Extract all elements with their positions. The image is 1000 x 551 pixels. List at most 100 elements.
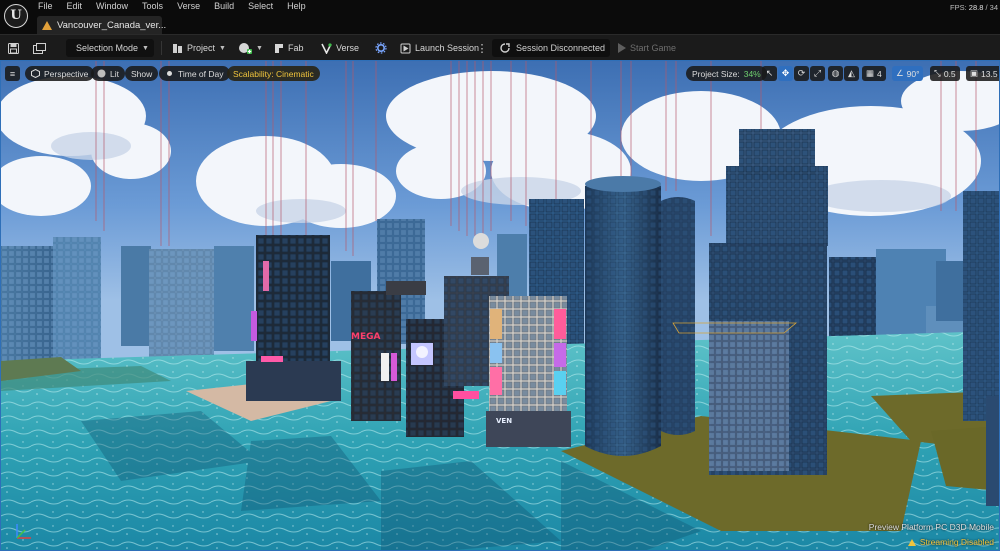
rotate-tool-button[interactable]: ⟳ [794,66,809,81]
unreal-logo-icon[interactable]: U [4,4,28,28]
menu-bar: File Edit Window Tools Verse Build Selec… [0,0,1000,14]
add-content-dropdown[interactable]: ▼ [238,39,263,57]
translate-tool-button[interactable]: ✥ [778,66,793,81]
fps-extra: / 34 [985,3,998,12]
scale-snap-value: 0.5 [943,68,956,79]
session-status[interactable]: Session Disconnected [492,39,610,57]
camera-speed-value: 13.5 [981,68,998,79]
chevron-down-icon: ▼ [142,44,149,52]
preview-platform-label: Preview Platform [868,522,934,532]
menu-build[interactable]: Build [207,0,241,14]
project-size-indicator[interactable]: Project Size: 34% [686,66,767,81]
perspective-label: Perspective [44,68,89,79]
fps-value: 28.8 [968,3,984,12]
select-tool-button[interactable]: ↖ [762,66,777,81]
play-icon [618,43,626,53]
project-dropdown[interactable]: Project ▼ [172,39,226,57]
content-browser-button[interactable] [33,39,46,57]
verse-button[interactable]: Verse [321,39,359,57]
grid-snap-setting[interactable]: ▦ 4 [862,66,886,81]
preview-platform-indicator: Preview Platform PC D3D Mobile [869,522,994,532]
launch-icon [400,43,411,53]
surface-snap-icon: ◭ [848,68,855,78]
billboard-ven: VEN [496,417,512,425]
fab-icon [275,43,283,53]
lit-button[interactable]: Lit [91,66,125,81]
menu-tools[interactable]: Tools [135,0,170,14]
hamburger-icon: ≡ [9,68,16,79]
grid-icon: ▦ [866,68,875,78]
rotate-icon: ⟳ [797,68,806,78]
main-toolbar: Selection Mode ▼ Project ▼ ▼ Fab Verse L… [0,34,1000,60]
streaming-status-label: Streaming Disabled [919,537,994,547]
scalability-button[interactable]: Scalability: Cinematic [227,66,320,81]
rotation-snap-setting[interactable]: ∠ 90° [892,66,924,81]
selection-mode-label: Selection Mode [76,43,139,53]
tab-level[interactable]: Vancouver_Canada_ver... [37,16,166,34]
menu-select[interactable]: Select [241,0,280,14]
warning-icon [907,538,916,546]
axis-gizmo-icon [16,524,31,539]
document-tab-strip: Vancouver_Canada_ver... [0,14,1000,34]
sphere-icon [97,69,106,78]
selection-mode-dropdown[interactable]: Selection Mode ▼ [66,39,154,57]
camera-icon: ▣ [970,68,979,78]
menu-window[interactable]: Window [89,0,135,14]
fab-button[interactable]: Fab [274,39,304,57]
scale-icon: ⤢ [813,68,822,78]
streaming-status: Streaming Disabled [907,537,994,547]
surface-snap-button[interactable]: ◭ [844,66,859,81]
tab-label: Vancouver_Canada_ver... [57,19,167,31]
time-of-day-label: Time of Day [178,68,224,79]
rotation-snap-value: 90° [906,68,920,79]
start-game-label: Start Game [630,43,677,53]
session-status-label: Session Disconnected [516,43,606,53]
gear-icon [375,42,387,54]
grid-snap-value: 4 [877,68,882,79]
cube-icon [31,69,40,78]
fab-label: Fab [288,43,304,53]
menu-verse[interactable]: Verse [170,0,207,14]
project-size-value: 34% [743,68,761,79]
viewport-menu-button[interactable]: ≡ [5,66,20,81]
menu-help[interactable]: Help [280,0,313,14]
save-icon [8,42,19,54]
show-button[interactable]: Show [125,66,159,81]
chevron-down-icon: ▼ [219,44,226,52]
lit-label: Lit [110,68,119,79]
city-scene: MEGA VEN [1,61,999,550]
project-size-label: Project Size: [692,68,740,79]
perspective-button[interactable]: Perspective [25,66,95,81]
time-of-day-button[interactable]: Time of Day [159,66,230,81]
world-local-button[interactable]: ◍ [828,66,843,81]
launch-session-label: Launch Session [415,43,480,53]
toolbar-divider [161,41,162,55]
project-icon [173,43,182,53]
level-viewport[interactable]: MEGA VEN ≡ Perspective Lit Show Time of … [0,60,1000,551]
scale-snap-icon: ⤡ [934,68,941,78]
launch-session-button[interactable]: Launch Session [400,39,479,57]
show-label: Show [131,68,153,79]
start-game-button[interactable]: Start Game [618,39,676,57]
move-icon: ✥ [781,68,790,78]
menu-edit[interactable]: Edit [60,0,90,14]
level-icon [42,20,52,30]
save-button[interactable] [8,39,19,57]
dark-tower [246,235,341,401]
more-options-icon[interactable]: ⋮ [477,39,488,57]
scale-snap-setting[interactable]: ⤡ 0.5 [930,66,960,81]
project-label: Project [187,43,216,53]
angle-icon: ∠ [896,68,904,78]
main-menu: File Edit Window Tools Verse Build Selec… [38,0,313,14]
verse-icon [321,42,332,54]
billboard-mega: MEGA [351,332,380,342]
settings-button[interactable] [375,39,387,57]
chevron-down-icon: ▼ [256,44,263,52]
sun-icon [167,71,172,76]
content-browser-icon [33,42,46,54]
session-status-icon [500,43,510,53]
scalability-label: Scalability: Cinematic [233,68,314,79]
menu-file[interactable]: File [38,0,60,14]
scale-tool-button[interactable]: ⤢ [810,66,825,81]
camera-speed-setting[interactable]: ▣ 13.5 [966,66,999,81]
